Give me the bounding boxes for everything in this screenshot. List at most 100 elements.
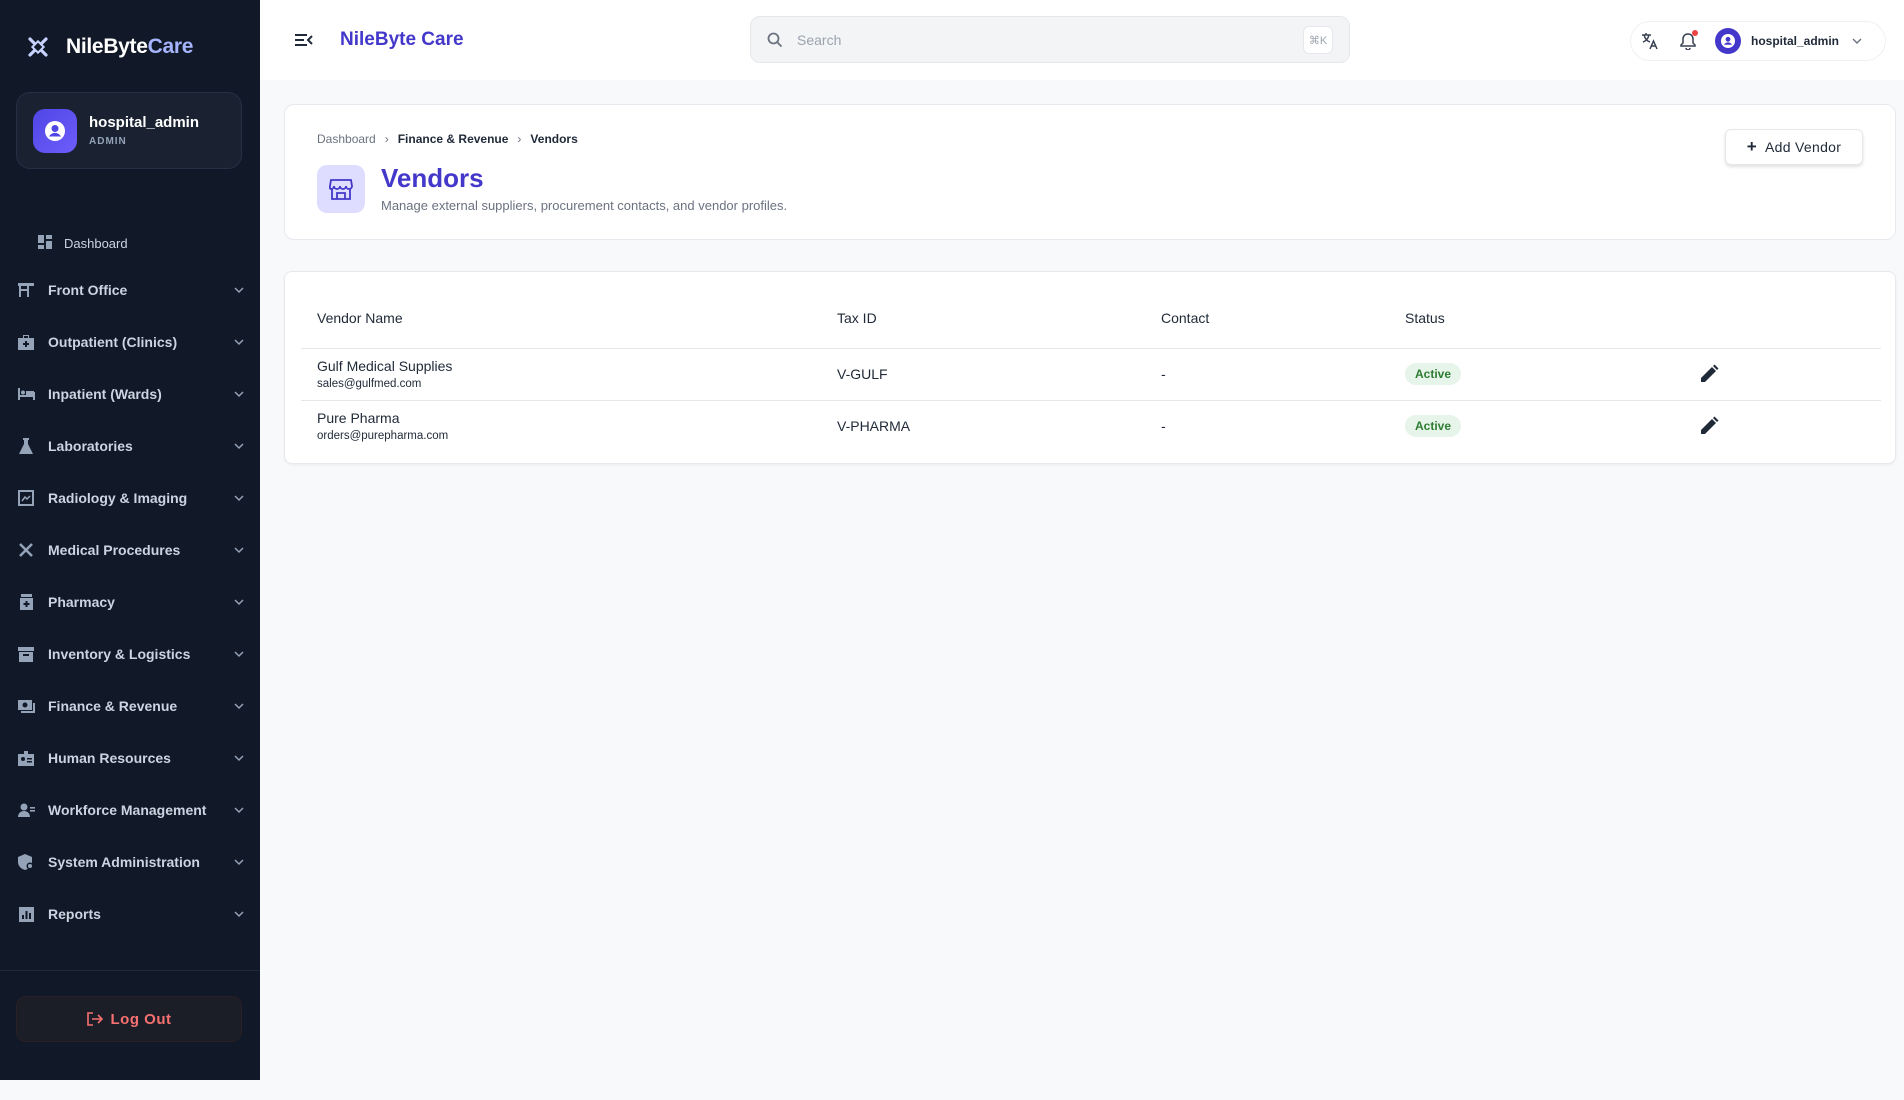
sidebar-item-medical-procedures[interactable]: Medical Procedures [0, 524, 260, 576]
chevron-right-icon: › [384, 132, 389, 146]
sidebar-item-label: Inpatient (Wards) [48, 386, 162, 402]
sidebar-item-inpatient[interactable]: Inpatient (Wards) [0, 368, 260, 420]
chevron-down-icon [234, 651, 244, 658]
chevron-right-icon: › [517, 132, 522, 146]
sidebar-item-label: Laboratories [48, 438, 133, 454]
notifications-button[interactable] [1669, 22, 1707, 60]
badge-icon [17, 749, 35, 767]
status-cell: Active [1389, 400, 1681, 452]
table-row[interactable]: Pure Pharma orders@purepharma.com V-PHAR… [301, 400, 1881, 452]
chevron-down-icon [234, 859, 244, 866]
search-input[interactable] [797, 31, 1277, 48]
bed-icon [17, 385, 35, 403]
user-icon [1721, 34, 1735, 48]
sidebar-item-system-administration[interactable]: System Administration [0, 836, 260, 888]
add-vendor-button[interactable]: + Add Vendor [1725, 129, 1863, 165]
vendor-name: Gulf Medical Supplies [317, 358, 453, 374]
flask-icon [17, 437, 35, 455]
header-user-name: hospital_admin [1751, 34, 1840, 48]
column-header-contact[interactable]: Contact [1145, 288, 1389, 349]
sidebar-item-human-resources[interactable]: Human Resources [0, 732, 260, 784]
vendor-name-cell: Gulf Medical Supplies sales@gulfmed.com [301, 348, 821, 401]
column-header-vendor-name[interactable]: Vendor Name [301, 288, 821, 349]
logout-label: Log Out [110, 1010, 172, 1028]
sidebar-item-dashboard[interactable]: Dashboard [0, 222, 260, 264]
pencil-icon [1701, 416, 1719, 434]
money-icon [17, 697, 35, 715]
logout-icon [86, 1012, 103, 1026]
sidebar-item-inventory[interactable]: Inventory & Logistics [0, 628, 260, 680]
sidebar-item-workforce[interactable]: Workforce Management [0, 784, 260, 836]
sidebar-item-pharmacy[interactable]: Pharmacy [0, 576, 260, 628]
sidebar-item-front-office[interactable]: Front Office [0, 264, 260, 316]
sidebar-item-label: Pharmacy [48, 594, 115, 610]
sidebar-item-outpatient[interactable]: Outpatient (Clinics) [0, 316, 260, 368]
chevron-down-icon [234, 599, 244, 606]
edit-button[interactable] [1697, 362, 1721, 386]
reception-desk-icon [17, 281, 35, 299]
contact-cell: - [1161, 418, 1166, 435]
chevron-down-icon [234, 443, 244, 450]
edit-button[interactable] [1697, 414, 1721, 438]
brand-logo[interactable]: NileByteCare [24, 30, 193, 64]
avatar [33, 108, 77, 153]
sidebar-user-card[interactable]: hospital_admin ADMIN [16, 92, 242, 169]
store-icon [317, 165, 365, 213]
chevron-down-icon [234, 807, 244, 814]
page-title: Vendors [381, 163, 484, 193]
tools-icon [17, 541, 35, 559]
status-badge: Active [1405, 415, 1462, 438]
vendors-table: Vendor Name Tax ID Contact Status Gulf M… [301, 288, 1881, 452]
notification-dot [1692, 30, 1698, 36]
tax-id-cell: V-GULF [821, 348, 1145, 401]
logout-button[interactable]: Log Out [16, 996, 242, 1042]
translate-icon [1642, 33, 1658, 50]
scan-icon [17, 489, 35, 507]
sidebar-item-finance[interactable]: Finance & Revenue [0, 680, 260, 732]
people-icon [17, 801, 35, 819]
tax-id-cell: V-PHARMA [837, 418, 911, 435]
chevron-down-icon [234, 287, 244, 294]
pencil-icon [1701, 364, 1719, 382]
menu-collapse-icon[interactable] [294, 30, 314, 50]
breadcrumb: Dashboard › Finance & Revenue › Vendors [317, 132, 578, 146]
column-header-actions [1681, 288, 1881, 349]
page-subtitle: Manage external suppliers, procurement c… [381, 198, 788, 213]
column-header-tax-id[interactable]: Tax ID [821, 288, 1145, 349]
plus-icon: + [1746, 137, 1758, 156]
sidebar-item-laboratories[interactable]: Laboratories [0, 420, 260, 472]
actions-cell [1681, 400, 1881, 452]
page-header-card: Dashboard › Finance & Revenue › Vendors … [284, 104, 1896, 240]
language-button[interactable] [1631, 22, 1669, 60]
vendor-email: sales@gulfmed.com [317, 378, 422, 390]
breadcrumb-link-dashboard[interactable]: Dashboard [317, 132, 376, 146]
column-header-status[interactable]: Status [1389, 288, 1681, 349]
medicine-bottle-icon [17, 593, 35, 611]
user-menu[interactable]: hospital_admin [1715, 28, 1863, 54]
status-cell: Active [1389, 348, 1681, 401]
sidebar-item-label: Dashboard [64, 235, 128, 251]
vendor-email: orders@purepharma.com [317, 430, 449, 443]
sidebar-item-label: System Administration [48, 854, 200, 870]
table-header-row: Vendor Name Tax ID Contact Status [301, 288, 1881, 349]
sidebar-item-label: Medical Procedures [48, 542, 181, 558]
chevron-down-icon [234, 339, 244, 346]
sidebar-item-reports[interactable]: Reports [0, 888, 260, 940]
sidebar-item-radiology[interactable]: Radiology & Imaging [0, 472, 260, 524]
app-title: NileByte Care [340, 29, 464, 50]
admin-shield-icon [17, 853, 35, 871]
sidebar-divider [0, 970, 260, 971]
search-bar[interactable]: ⌘K [750, 16, 1350, 63]
logo-icon [28, 37, 48, 57]
sidebar-item-label: Workforce Management [48, 802, 207, 818]
contact-cell: - [1145, 348, 1389, 401]
top-bar: NileByte Care ⌘K hospital_admin [260, 0, 1904, 80]
actions-cell [1681, 348, 1881, 401]
header-actions: hospital_admin [1630, 21, 1886, 61]
sidebar-item-label: Radiology & Imaging [48, 490, 188, 506]
breadcrumb-current: Vendors [530, 132, 578, 146]
breadcrumb-link-finance[interactable]: Finance & Revenue [398, 132, 509, 146]
table-row[interactable]: Gulf Medical Supplies sales@gulfmed.com … [301, 348, 1881, 401]
sidebar-nav: Dashboard Front Office Outpatient (Clini… [0, 222, 260, 940]
sidebar-item-label: Human Resources [48, 750, 171, 766]
